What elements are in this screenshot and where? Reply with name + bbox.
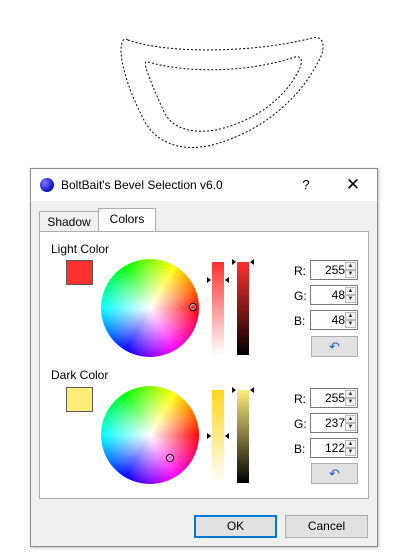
light-saturation-right-arrow[interactable] bbox=[225, 277, 229, 283]
colors-panel: Light Color R: ▲ ▼ G: ▲ ▼ B: ▲ ▼ ↶ bbox=[39, 231, 369, 499]
dark-b-stepper[interactable]: ▲ ▼ bbox=[310, 438, 358, 458]
light-saturation-left-arrow[interactable] bbox=[207, 277, 211, 283]
dark-g-down-icon[interactable]: ▼ bbox=[345, 423, 356, 431]
dark-g-input[interactable] bbox=[312, 415, 347, 431]
dark-b-down-icon[interactable]: ▼ bbox=[345, 448, 356, 456]
bevel-selection-dialog: BoltBait's Bevel Selection v6.0 ? ✕ Shad… bbox=[30, 168, 378, 547]
ok-button[interactable]: OK bbox=[194, 515, 277, 538]
light-g-stepper[interactable]: ▲ ▼ bbox=[310, 285, 358, 305]
tab-shadow-label: Shadow bbox=[47, 215, 91, 229]
light-saturation-slider[interactable] bbox=[212, 262, 224, 355]
dark-r-down-icon[interactable]: ▼ bbox=[345, 398, 356, 406]
light-g-down-icon[interactable]: ▼ bbox=[345, 295, 356, 303]
dark-b-up-icon[interactable]: ▲ bbox=[345, 440, 356, 448]
light-g-up-icon[interactable]: ▲ bbox=[345, 287, 356, 295]
dark-color-swatch[interactable] bbox=[66, 387, 93, 412]
dark-saturation-right-arrow[interactable] bbox=[225, 433, 229, 439]
light-g-input[interactable] bbox=[312, 287, 347, 303]
blue-sphere-icon bbox=[40, 178, 54, 192]
light-value-slider[interactable] bbox=[237, 262, 249, 355]
cancel-button[interactable]: Cancel bbox=[285, 515, 368, 538]
dark-color-picker-handle[interactable] bbox=[166, 454, 174, 462]
light-r-down-icon[interactable]: ▼ bbox=[345, 270, 356, 278]
undo-arrow-icon: ↶ bbox=[329, 466, 340, 481]
dark-reset-button[interactable]: ↶ bbox=[311, 463, 358, 484]
dark-r-label: R: bbox=[294, 392, 306, 406]
light-b-down-icon[interactable]: ▼ bbox=[345, 320, 356, 328]
light-b-input[interactable] bbox=[312, 312, 347, 328]
dark-saturation-left-arrow[interactable] bbox=[207, 433, 211, 439]
dark-g-label: G: bbox=[294, 417, 307, 431]
dark-saturation-slider[interactable] bbox=[212, 390, 224, 483]
light-reset-button[interactable]: ↶ bbox=[311, 336, 358, 357]
dark-r-up-icon[interactable]: ▲ bbox=[345, 390, 356, 398]
dark-color-wheel[interactable] bbox=[101, 386, 199, 484]
dark-color-label: Dark Color bbox=[51, 368, 109, 382]
light-value-left-arrow[interactable] bbox=[232, 259, 236, 265]
dark-b-input[interactable] bbox=[312, 440, 347, 456]
light-color-picker-handle[interactable] bbox=[189, 303, 197, 311]
dark-g-up-icon[interactable]: ▲ bbox=[345, 415, 356, 423]
light-r-input[interactable] bbox=[312, 262, 347, 278]
light-b-label: B: bbox=[294, 314, 306, 328]
dark-value-slider[interactable] bbox=[237, 390, 249, 483]
light-color-label: Light Color bbox=[51, 242, 110, 256]
close-button[interactable]: ✕ bbox=[339, 173, 367, 197]
dark-r-input[interactable] bbox=[312, 390, 347, 406]
dark-b-label: B: bbox=[294, 442, 306, 456]
undo-arrow-icon: ↶ bbox=[329, 339, 340, 354]
tab-colors-label: Colors bbox=[109, 212, 145, 226]
light-color-swatch[interactable] bbox=[66, 260, 93, 285]
selection-outer-path bbox=[120, 36, 324, 148]
dialog-title: BoltBait's Bevel Selection v6.0 bbox=[61, 178, 223, 192]
light-b-up-icon[interactable]: ▲ bbox=[345, 312, 356, 320]
title-bar[interactable]: BoltBait's Bevel Selection v6.0 ? ✕ bbox=[31, 169, 377, 201]
light-value-right-arrow[interactable] bbox=[250, 259, 254, 265]
light-r-label: R: bbox=[294, 264, 306, 278]
light-b-stepper[interactable]: ▲ ▼ bbox=[310, 310, 358, 330]
tab-colors[interactable]: Colors bbox=[98, 208, 156, 231]
dark-value-left-arrow[interactable] bbox=[232, 387, 236, 393]
light-r-up-icon[interactable]: ▲ bbox=[345, 262, 356, 270]
light-g-label: G: bbox=[294, 289, 307, 303]
tab-shadow[interactable]: Shadow bbox=[39, 211, 99, 231]
help-button[interactable]: ? bbox=[293, 173, 319, 197]
dark-value-right-arrow[interactable] bbox=[250, 387, 254, 393]
selection-inner-path bbox=[144, 56, 302, 132]
selection-outline bbox=[120, 36, 324, 148]
light-color-wheel[interactable] bbox=[101, 259, 199, 357]
dark-r-stepper[interactable]: ▲ ▼ bbox=[310, 388, 358, 408]
light-r-stepper[interactable]: ▲ ▼ bbox=[310, 260, 358, 280]
dark-g-stepper[interactable]: ▲ ▼ bbox=[310, 413, 358, 433]
